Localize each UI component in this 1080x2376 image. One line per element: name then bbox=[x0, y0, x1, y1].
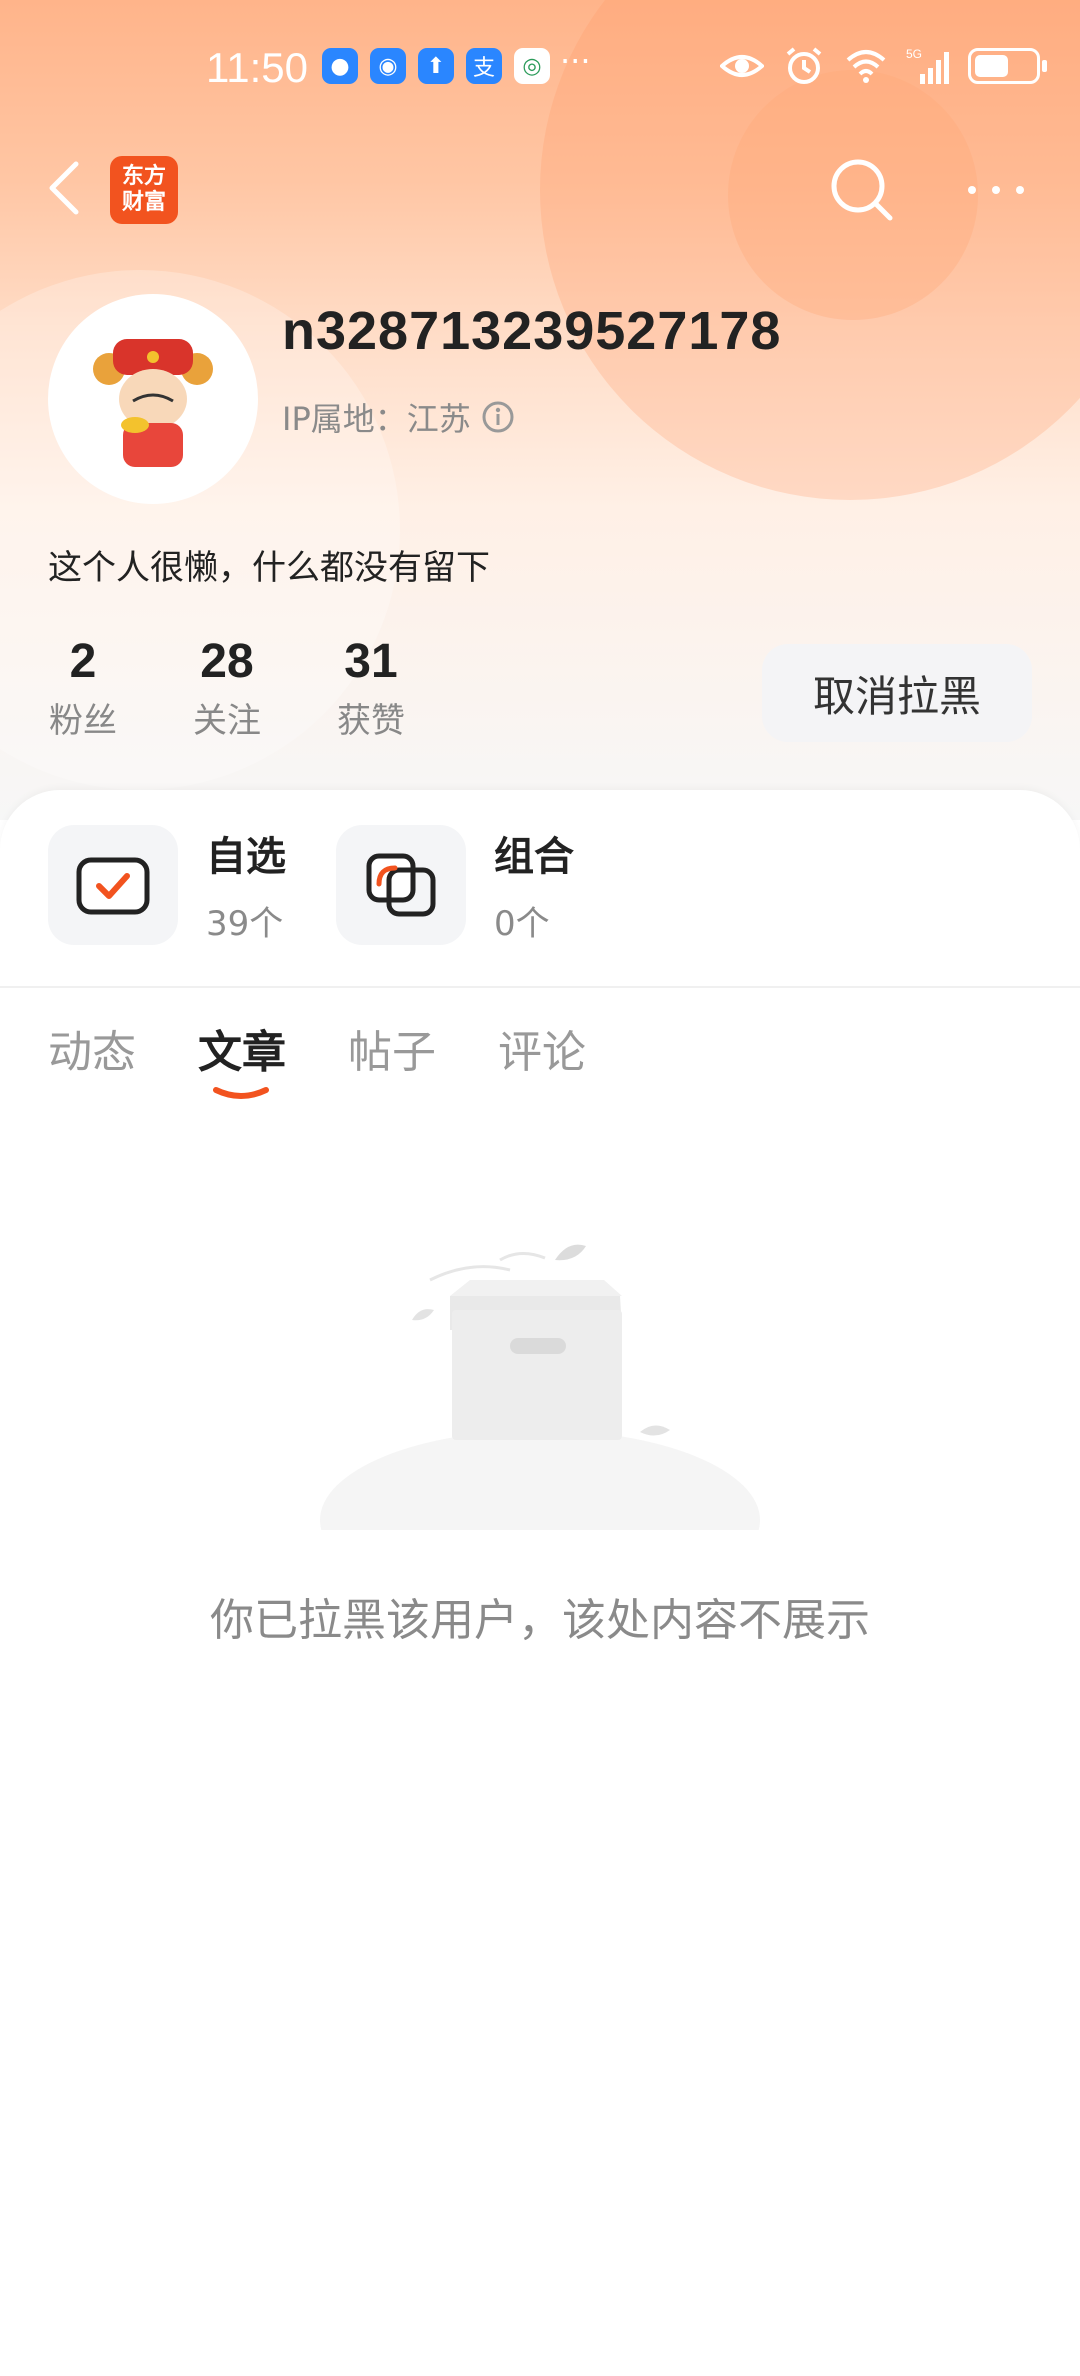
tab-label: 帖子 bbox=[348, 1027, 436, 1078]
portfolio-count: 0个 bbox=[494, 904, 550, 944]
tab-articles[interactable]: 文章 bbox=[198, 1016, 286, 1099]
stats-row: 2 粉丝 28 关注 31 获赞 bbox=[48, 634, 480, 742]
content-tabs: 动态 文章 帖子 评论 bbox=[48, 1016, 586, 1099]
active-tab-indicator bbox=[213, 1087, 269, 1099]
tab-posts[interactable]: 帖子 bbox=[348, 1016, 436, 1080]
bio-text: 这个人很懒，什么都没有留下 bbox=[48, 548, 490, 588]
god-of-wealth-avatar-icon bbox=[93, 339, 213, 467]
alipay-icon: 支 bbox=[466, 48, 502, 84]
tab-label: 动态 bbox=[48, 1027, 136, 1078]
signal-5g-icon: 5G bbox=[906, 47, 949, 84]
watchlist-icon bbox=[48, 824, 178, 945]
portfolio-icon bbox=[336, 824, 466, 945]
quick-entries: 自选 39个 组合 0个 bbox=[48, 824, 574, 945]
more-options-icon[interactable] bbox=[966, 178, 1026, 202]
divider bbox=[0, 986, 1080, 988]
info-icon[interactable] bbox=[481, 400, 515, 434]
message-app-icon: ● bbox=[322, 48, 358, 84]
app-logo[interactable]: 东方 财富 bbox=[110, 156, 178, 224]
tab-label: 评论 bbox=[498, 1027, 586, 1078]
stat-label: 粉丝 bbox=[49, 701, 117, 741]
ip-location: IP属地：江苏 bbox=[282, 394, 515, 440]
stat-following[interactable]: 28 关注 bbox=[192, 634, 336, 742]
wifi-icon bbox=[846, 50, 886, 83]
ip-location-label: IP属地：江苏 bbox=[282, 400, 471, 438]
empty-box-illustration bbox=[320, 1244, 760, 1530]
search-icon[interactable] bbox=[828, 156, 896, 224]
unblock-button[interactable]: 取消拉黑 bbox=[762, 644, 1032, 742]
logo-text: 财富 bbox=[121, 190, 166, 215]
watchlist-title: 自选 bbox=[206, 834, 286, 880]
status-time: 11:50 bbox=[206, 44, 308, 91]
svg-text:5G: 5G bbox=[906, 47, 922, 61]
portfolio-entry[interactable]: 组合 0个 bbox=[336, 824, 574, 945]
empty-state-message: 你已拉黑该用户，该处内容不展示 bbox=[210, 1595, 870, 1646]
stat-value: 31 bbox=[344, 635, 398, 688]
portfolio-title: 组合 bbox=[494, 834, 574, 880]
tab-dynamics[interactable]: 动态 bbox=[48, 1016, 136, 1080]
status-bar: 11:50 ● ◉ ⬆ 支 ◎ ··· 5G bbox=[0, 40, 1080, 100]
upload-app-icon: ⬆ bbox=[418, 48, 454, 84]
alarm-icon bbox=[786, 47, 822, 84]
watchlist-entry[interactable]: 自选 39个 bbox=[48, 824, 286, 945]
back-arrow-icon[interactable] bbox=[44, 158, 84, 218]
more-notifications-icon: ··· bbox=[560, 42, 591, 80]
stat-label: 关注 bbox=[193, 701, 261, 741]
battery-icon bbox=[968, 48, 1047, 84]
avatar[interactable] bbox=[48, 294, 258, 504]
app-notification-icon: ◉ bbox=[370, 48, 406, 84]
notification-icons: ● ◉ ⬆ 支 ◎ bbox=[322, 48, 550, 84]
watchlist-count: 39个 bbox=[206, 904, 284, 944]
logo-text: 东方 bbox=[121, 164, 166, 189]
tab-label: 文章 bbox=[198, 1027, 286, 1078]
stat-followers[interactable]: 2 粉丝 bbox=[48, 634, 192, 742]
stat-value: 28 bbox=[200, 635, 254, 688]
mobile-carrier-icon: ◎ bbox=[514, 48, 550, 84]
stat-label: 获赞 bbox=[337, 701, 405, 741]
eye-icon bbox=[720, 55, 764, 77]
username: n328713239527178 bbox=[282, 301, 782, 361]
stat-value: 2 bbox=[69, 635, 97, 688]
stat-likes[interactable]: 31 获赞 bbox=[336, 634, 480, 742]
tab-comments[interactable]: 评论 bbox=[498, 1016, 586, 1080]
status-right-icons: 5G bbox=[720, 46, 1047, 86]
